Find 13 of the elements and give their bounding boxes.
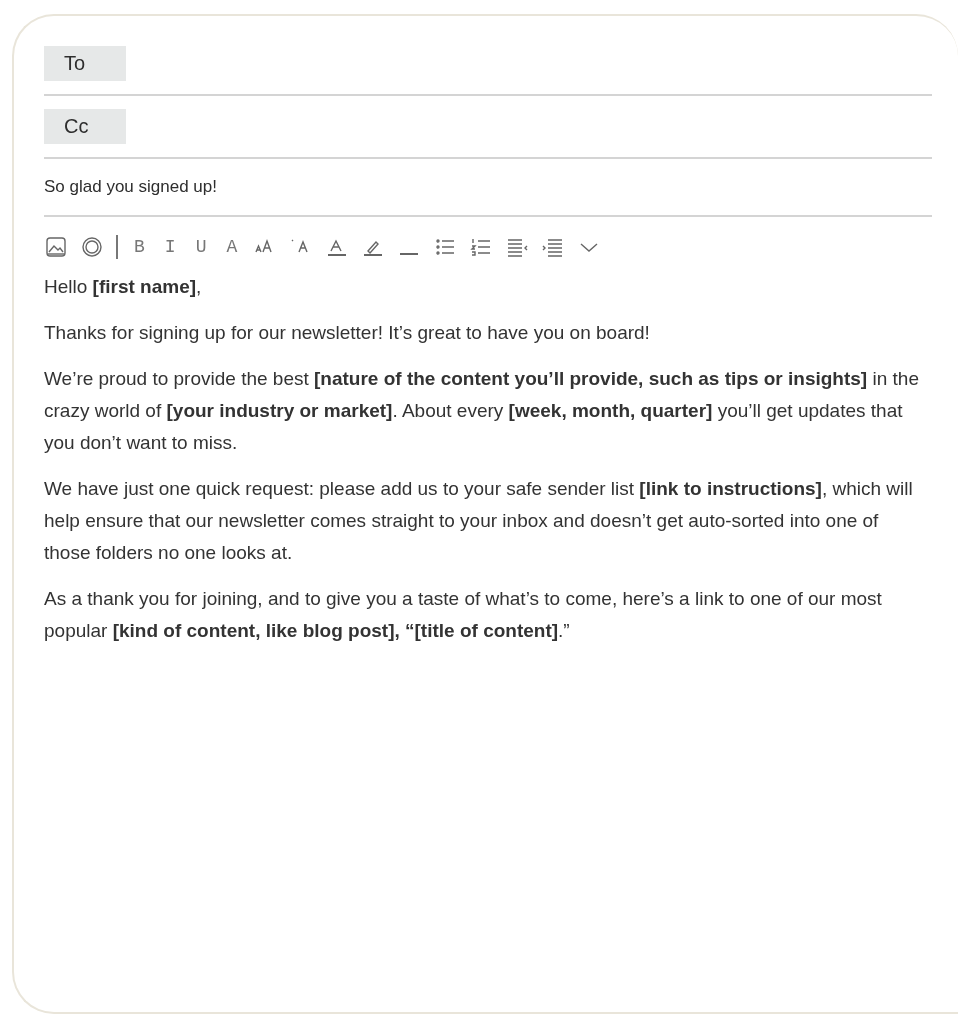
format-button[interactable]: U bbox=[195, 237, 207, 257]
subject-field[interactable]: So glad you signed up! bbox=[44, 177, 217, 197]
field-label[interactable]: Cc bbox=[44, 109, 126, 144]
image-icon[interactable] bbox=[44, 235, 68, 259]
body-paragraph: As a thank you for joining, and to give you a taste of what’s to come, here’s a link to one of our most popular [kind of content, like blog post], “[title of content].” bbox=[44, 587, 883, 643]
body-paragraph: Thanks for signing up for our newsletter! It’s great to have you on board! bbox=[44, 321, 651, 345]
format-button[interactable]: B bbox=[134, 237, 145, 257]
body-paragraph: We’re proud to provide the best [nature of the content you’ll provide, such as tips or insights] in the crazy world of [your industry or market]. About every [week, month, quarter] you’ll get updates that you don’t want to miss. bbox=[44, 367, 920, 455]
field-label[interactable]: To bbox=[44, 46, 126, 81]
format-button[interactable]: I bbox=[164, 237, 176, 257]
format-button[interactable]: A bbox=[226, 237, 238, 257]
body-paragraph: Hello [first name], bbox=[44, 275, 203, 299]
body-paragraph: We have just one quick request: please add us to your safe sender list [link to instructions], which will help ensure that our newsletter comes straight to your inbox and doesn’t get auto-sorted into one of those folders no one looks at. bbox=[44, 477, 914, 565]
